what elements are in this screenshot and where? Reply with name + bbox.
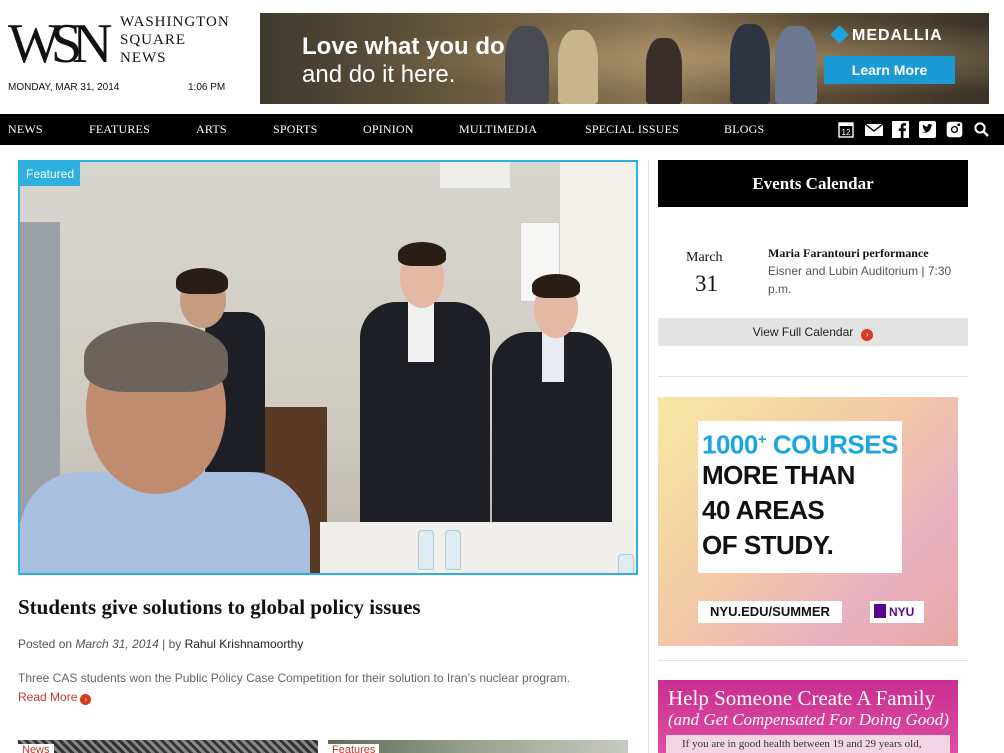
wsn-logo-mark: WSN — [8, 13, 118, 72]
event-title-link[interactable]: Maria Farantouri performance — [768, 246, 929, 261]
story-date: March 31, 2014 — [75, 637, 159, 651]
nyu-ad-line3: 40 AREAS — [702, 495, 825, 525]
view-full-calendar-label: View Full Calendar — [752, 325, 854, 339]
medallia-logo: MEDALLIA — [830, 25, 959, 53]
nav-arts[interactable]: ARTS — [196, 114, 227, 145]
photo-ceiling-light — [440, 162, 510, 188]
read-more-label: Read More — [18, 690, 78, 704]
sidebar-divider — [658, 660, 968, 661]
nav-multimedia[interactable]: MULTIMEDIA — [459, 114, 537, 145]
current-date: MONDAY, MAR 31, 2014 — [8, 82, 120, 93]
column-divider — [648, 160, 649, 753]
family-ad-body: If you are in good health between 19 and… — [666, 735, 950, 753]
nyu-ad-line4: OF STUDY. — [702, 530, 834, 560]
logo-line: WASHINGTON — [120, 14, 230, 30]
sidebar-divider — [658, 376, 968, 377]
photo-bottle — [418, 530, 434, 570]
chevron-right-icon: › — [80, 694, 92, 705]
family-ad-headline: Help Someone Create A Family — [668, 686, 936, 710]
banner-figure — [558, 30, 598, 104]
twitter-icon[interactable] — [918, 121, 936, 138]
featured-story-image[interactable]: Featured — [18, 160, 638, 575]
photo-presenter-shirt — [542, 332, 564, 382]
photo-bottle — [618, 554, 634, 573]
featured-story-summary: Three CAS students won the Public Policy… — [18, 671, 571, 685]
banner-ad[interactable]: Love what you do and do it here. MEDALLI… — [260, 13, 989, 104]
logo-wordmark: WASHINGTON SQUARE NEWS — [120, 13, 230, 67]
medallia-brand: MEDALLIA — [852, 27, 943, 44]
story-thumbnail-tag: News — [18, 744, 54, 753]
nyu-ad-url: NYU.EDU/SUMMER — [698, 601, 842, 623]
photo-presenter-hair — [398, 242, 446, 266]
banner-figure — [505, 26, 549, 104]
instagram-icon[interactable] — [945, 121, 963, 138]
nyu-logo: NYU — [870, 601, 924, 623]
story-author-link[interactable]: Rahul Krishnamoorthy — [185, 637, 304, 651]
banner-figure — [730, 24, 770, 104]
nyu-summer-ad[interactable]: 1000+ COURSES MORE THAN 40 AREAS OF STUD… — [658, 397, 958, 646]
nav-sports[interactable]: SPORTS — [273, 114, 318, 145]
photo-presenter-hair — [532, 274, 580, 298]
family-ad-subline: (and Get Compensated For Doing Good) — [668, 710, 949, 729]
svg-text:WSN: WSN — [8, 13, 112, 72]
nav-blogs[interactable]: BLOGS — [724, 114, 764, 145]
featured-story-meta: Posted on March 31, 2014 | by Rahul Kris… — [18, 637, 303, 651]
nyu-ad-line1: 1000+ COURSES — [702, 425, 898, 460]
story-thumbnail-tag: Features — [328, 744, 380, 753]
nav-icon-group: 12 — [837, 121, 990, 138]
banner-headline: Love what you do — [302, 33, 505, 60]
view-full-calendar-button[interactable]: View Full Calendar › — [658, 318, 968, 346]
featured-tag: Featured — [20, 162, 81, 186]
photo-presenter-shirt — [408, 302, 434, 362]
calendar-icon[interactable]: 12 — [837, 121, 855, 138]
facebook-icon[interactable] — [891, 121, 909, 138]
nav-opinion[interactable]: OPINION — [363, 114, 414, 145]
calendar-icon-day: 12 — [842, 128, 851, 137]
search-icon[interactable] — [972, 121, 990, 138]
event-venue: Eisner and Lubin Auditorium | 7:30 p.m. — [768, 264, 952, 296]
banner-figure — [646, 38, 682, 104]
medallia-diamond-icon — [830, 25, 849, 44]
nyu-ad-number: 1000 — [702, 429, 758, 460]
banner-figure — [775, 26, 817, 104]
nav-special-issues[interactable]: SPECIAL ISSUES — [585, 114, 679, 145]
photo-audience-hair — [84, 322, 228, 392]
learn-more-button[interactable]: Learn More — [824, 56, 955, 84]
nav-news[interactable]: NEWS — [8, 114, 43, 145]
byline-separator: | by — [162, 637, 182, 651]
story-thumbnail[interactable]: Features — [328, 740, 628, 753]
event-day: 31 — [695, 271, 718, 296]
photo-bottle — [445, 530, 461, 570]
current-time: 1:06 PM — [188, 82, 226, 93]
masthead: WSN WASHINGTON SQUARE NEWS MONDAY, MAR 3… — [0, 0, 1004, 114]
nav-features[interactable]: FEATURES — [89, 114, 150, 145]
nyu-ad-courses: COURSES — [766, 429, 899, 460]
family-ad[interactable]: Help Someone Create A Family (and Get Co… — [658, 680, 958, 753]
nyu-ad-plus: + — [757, 431, 767, 448]
logo-line: NEWS — [120, 50, 167, 66]
photo-table — [320, 522, 636, 573]
logo-line: SQUARE — [120, 32, 187, 48]
mail-icon[interactable] — [864, 121, 884, 138]
nyu-logo-text: NYU — [889, 605, 915, 619]
posted-prefix: Posted on — [18, 637, 73, 651]
story-thumbnail[interactable]: News — [18, 740, 318, 753]
chevron-right-icon: › — [861, 329, 874, 341]
event-month: March — [686, 250, 723, 265]
featured-story-title[interactable]: Students give solutions to global policy… — [18, 595, 421, 620]
events-calendar-header: Events Calendar — [658, 160, 968, 207]
banner-subline: and do it here. — [302, 61, 456, 88]
site-logo[interactable]: WSN WASHINGTON SQUARE NEWS — [8, 10, 238, 74]
main-nav: NEWS FEATURES ARTS SPORTS OPINION MULTIM… — [0, 114, 1004, 145]
featured-photo — [20, 162, 636, 573]
photo-presenter-hair — [176, 268, 228, 294]
nyu-torch-icon — [874, 604, 886, 618]
read-more-link[interactable]: Read More › — [18, 690, 92, 705]
nyu-ad-line2: MORE THAN — [702, 460, 855, 490]
